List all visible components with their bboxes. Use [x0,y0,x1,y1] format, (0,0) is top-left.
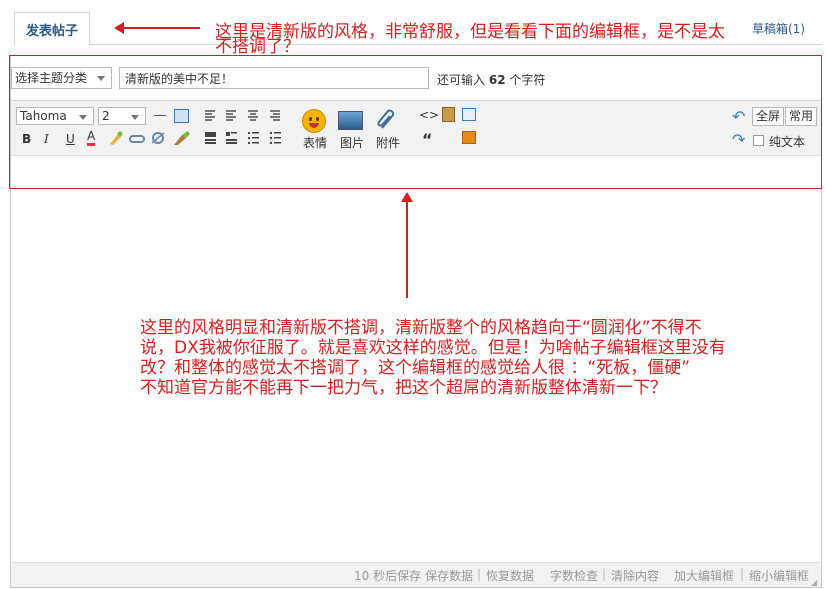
annotation-line: 这里的风格明显和清新版不搭调，清新版整个的风格趋向于“圆润化”不得不 [140,318,702,338]
annotation-line: 不知道官方能不能再下一把力气，把这个超屌的清新版整体清新一下？ [140,378,667,398]
resize-grip-icon[interactable]: ◢ [811,578,817,587]
arrow-line-top [120,27,200,29]
highlight-box [9,55,822,189]
arrow-head-left-icon [114,22,124,34]
clear-content-link[interactable]: 清除内容 [611,567,659,584]
bottom-annotation: 这里的风格明显和清新版不搭调，清新版整个的风格趋向于“圆润化”不得不 说，DX我… [140,318,825,398]
annotation-line: 说，DX我被你征服了。就是喜欢这样的感觉。但是！为啥帖子编辑框这里没有 [140,338,726,358]
autosave-countdown: 10 秒后保存 [354,569,422,583]
shrink-editor-link[interactable]: 缩小编辑框 [749,567,809,584]
save-data-link[interactable]: 保存数据 [425,567,473,584]
top-annotation: 这里是清新版的风格，非常舒服，但是看看下面的编辑框，是不是太 不搭调了？ [215,22,820,57]
enlarge-editor-link[interactable]: 加大编辑框 [674,567,734,584]
arrow-line-vertical [406,201,408,298]
footer-separator: | [602,567,607,581]
word-check-link[interactable]: 字数检查 [550,567,598,584]
arrow-head-up-icon [401,192,413,202]
tab-post-thread[interactable]: 发表帖子 [14,12,90,45]
editor-footer: 10 秒后保存 保存数据 | 恢复数据 字数检查 | 清除内容 加大编辑框 | … [11,562,821,587]
restore-data-link[interactable]: 恢复数据 [486,567,534,584]
footer-separator: | [740,567,745,581]
footer-separator: | [477,567,482,581]
annotation-line: 改？和整体的感觉太不搭调了，这个编辑框的感觉给人很 ：“死板，僵硬” [140,358,691,378]
